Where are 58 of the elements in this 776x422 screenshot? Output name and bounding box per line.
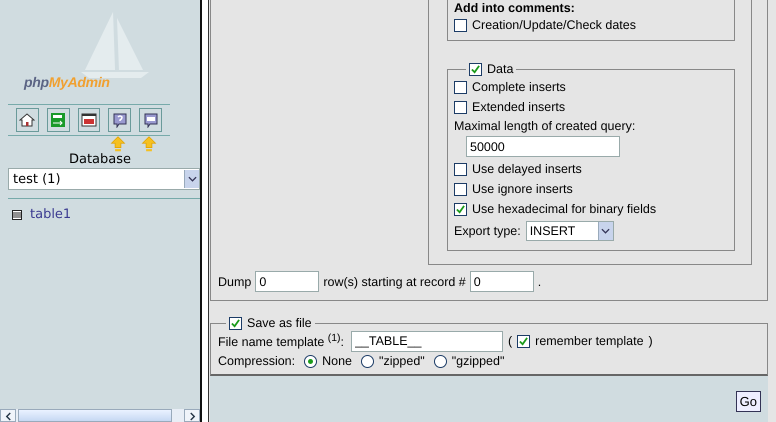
- table-icon: [12, 210, 22, 220]
- input-field[interactable]: 50000: [466, 136, 620, 157]
- radio-label: "zipped": [379, 354, 425, 368]
- dump-label: Dump: [218, 274, 252, 288]
- exit-icon[interactable]: [46, 108, 70, 132]
- input-field[interactable]: 0: [470, 271, 534, 292]
- logo-text: phpMyAdmin: [24, 74, 110, 90]
- radio-label: "gzipped": [452, 354, 504, 368]
- checkbox[interactable]: [454, 18, 467, 32]
- dropdown-icon[interactable]: [598, 222, 613, 240]
- sql-window-icon[interactable]: [78, 108, 100, 132]
- help-icon[interactable]: [108, 108, 132, 132]
- checkbox-label: Use hexadecimal for binary fields: [472, 202, 656, 216]
- period-text: .: [538, 274, 542, 288]
- checkbox[interactable]: [229, 316, 242, 330]
- go-button[interactable]: Go: [736, 390, 761, 412]
- checkbox[interactable]: [454, 162, 467, 176]
- group-legend: Add into comments:: [454, 1, 728, 15]
- checkbox[interactable]: [454, 100, 467, 114]
- dropdown-icon[interactable]: [184, 170, 199, 188]
- radio-button[interactable]: [361, 354, 374, 368]
- checkbox-label: Use ignore inserts: [472, 182, 573, 196]
- database-select[interactable]: test (1): [8, 168, 200, 190]
- group-legend: Data: [487, 62, 514, 76]
- up-arrow-icon: [110, 136, 126, 152]
- home-icon[interactable]: [16, 108, 39, 132]
- checkbox[interactable]: [454, 182, 467, 196]
- scroll-left-icon[interactable]: [0, 409, 16, 422]
- field-label: Maximal length of created query:: [454, 118, 636, 135]
- radio-label: None: [322, 354, 352, 368]
- field-label: Export type:: [454, 224, 521, 238]
- checkbox-label: remember template: [535, 334, 644, 348]
- up-arrow-icon: [141, 136, 157, 152]
- table-link[interactable]: table1: [30, 207, 72, 222]
- dump-label: row(s) starting at record #: [323, 274, 466, 288]
- checkbox-label: Use delayed inserts: [472, 162, 582, 176]
- input-field[interactable]: __TABLE__: [350, 330, 503, 352]
- checkbox-label: Extended inserts: [472, 100, 566, 114]
- checkbox[interactable]: [454, 202, 467, 216]
- scrollbar-thumb[interactable]: [18, 409, 172, 422]
- horizontal-scrollbar[interactable]: [0, 409, 200, 422]
- checkbox[interactable]: [517, 334, 530, 348]
- checkbox-label: Creation/Update/Check dates: [472, 18, 636, 32]
- radio-button[interactable]: [304, 354, 318, 368]
- export-type-select[interactable]: INSERT: [526, 221, 614, 241]
- checkbox[interactable]: [469, 62, 482, 76]
- sql-docs-icon[interactable]: [139, 108, 162, 132]
- input-field[interactable]: 0: [255, 271, 320, 292]
- scroll-right-icon[interactable]: [184, 409, 200, 422]
- radio-button[interactable]: [434, 354, 447, 368]
- checkbox[interactable]: [454, 80, 467, 94]
- field-label: File name template $^{(1)}$:: [218, 332, 344, 350]
- group-legend: Save as file: [247, 316, 312, 330]
- paren-text: ): [648, 334, 653, 348]
- paren-text: (: [508, 334, 512, 348]
- database-label: Database: [68, 152, 132, 167]
- field-label: Compression:: [218, 354, 296, 368]
- checkbox-label: Complete inserts: [472, 80, 566, 94]
